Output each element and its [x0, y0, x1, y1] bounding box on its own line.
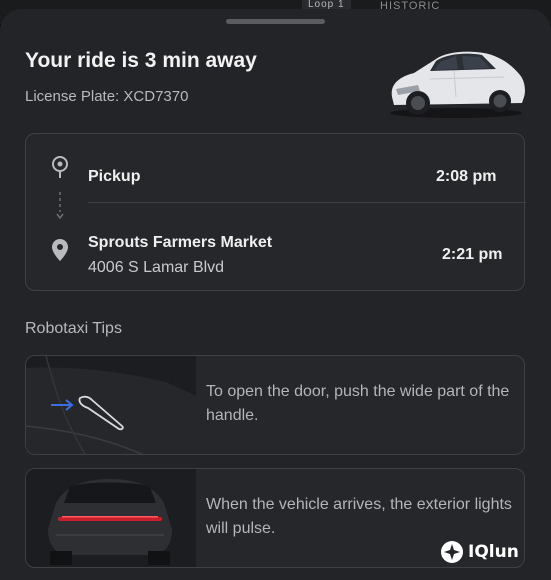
vehicle-image [390, 51, 525, 118]
destination-address: 4006 S Lamar Blvd [88, 259, 225, 276]
door-handle-illustration [26, 356, 196, 454]
pickup-time: 2:08 pm [436, 168, 497, 185]
pickup-pin-icon [52, 156, 68, 178]
watermark: IQlun [440, 540, 519, 564]
route-connector-icon [56, 192, 64, 220]
ride-status-sheet: Your ride is 3 min away License Plate: X… [0, 9, 551, 580]
route-divider [88, 202, 526, 203]
tip-card-door[interactable]: To open the door, push the wide part of … [25, 355, 525, 455]
sheet-drag-handle[interactable] [226, 19, 325, 24]
destination-name: Sprouts Farmers Market [88, 234, 273, 251]
rear-lights-illustration [26, 469, 196, 567]
ride-status-title: Your ride is 3 min away [25, 49, 257, 72]
pickup-label: Pickup [88, 168, 141, 185]
tip-door-text: To open the door, push the wide part of … [206, 383, 510, 424]
watermark-logo-icon [441, 541, 463, 563]
route-card: Pickup 2:08 pm Sprouts Farmers Market 40… [25, 133, 526, 291]
tip-lights-text: When the vehicle arrives, the exterior l… [206, 496, 512, 537]
tips-section-title: Robotaxi Tips [25, 320, 122, 337]
map-pin-icon [52, 239, 68, 261]
license-plate: License Plate: XCD7370 [25, 88, 189, 105]
destination-time: 2:21 pm [442, 246, 503, 263]
watermark-text: IQlun [468, 542, 519, 562]
